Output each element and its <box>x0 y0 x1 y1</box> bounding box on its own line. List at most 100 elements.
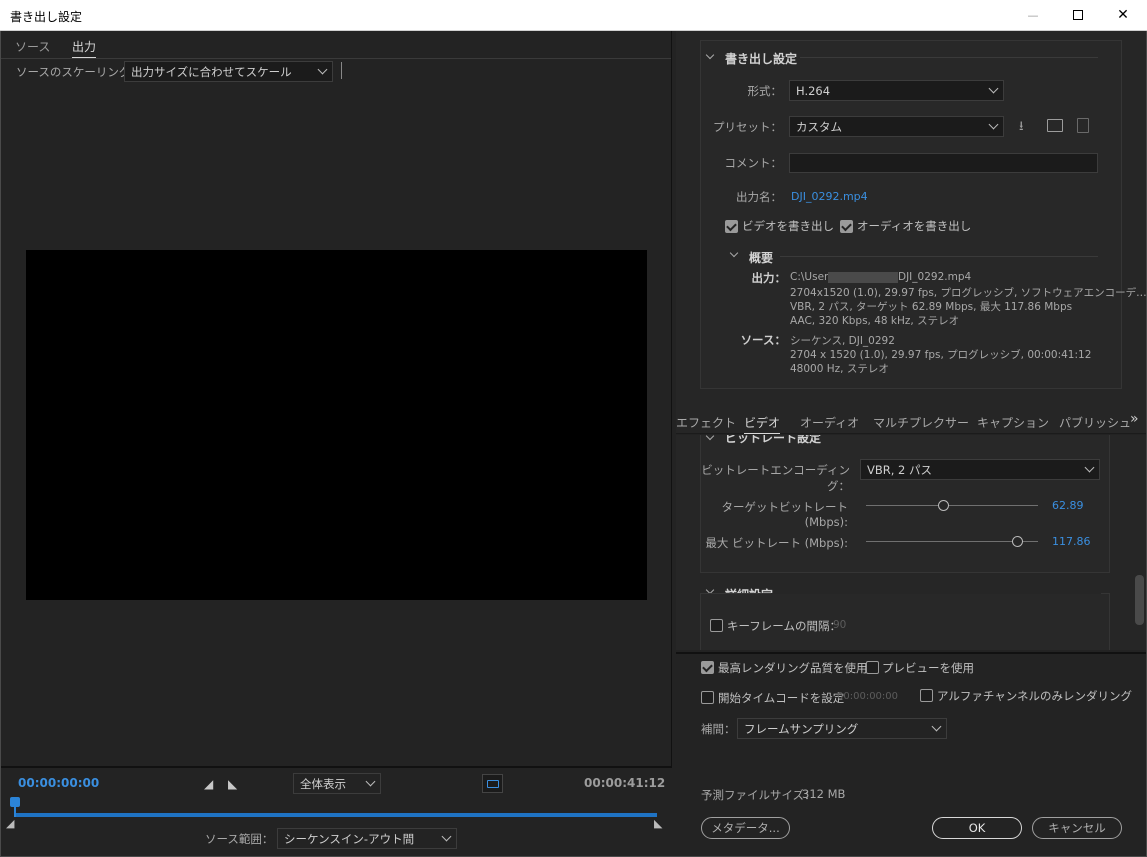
source-range-value: シーケンスイン-アウト間 <box>284 831 415 846</box>
start-timecode-label[interactable]: 開始タイムコードを設定 <box>718 690 844 706</box>
out-handle-icon[interactable]: ◣ <box>654 817 662 830</box>
target-bitrate-value[interactable]: 62.89 <box>1052 499 1084 512</box>
alpha-only-label[interactable]: アルファチャンネルのみレンダリング <box>937 688 1132 704</box>
fit-icon <box>486 779 499 788</box>
max-bitrate-knob[interactable] <box>1011 536 1023 547</box>
export-video-checkbox[interactable] <box>725 220 738 233</box>
text-cursor <box>341 62 342 79</box>
window-title: 書き出し設定 <box>10 10 83 24</box>
use-preview-checkbox[interactable] <box>866 661 879 674</box>
scrollbar[interactable] <box>1135 575 1144 625</box>
summary-output-line2: 2704x1520 (1.0), 29.97 fps, プログレッシブ, ソフト… <box>790 287 1147 299</box>
set-out-point-icon[interactable]: ◣ <box>228 777 237 791</box>
output-name-label: 出力名： <box>736 190 782 204</box>
summary-title: 概要 <box>749 251 774 265</box>
cancel-button-label: キャンセル <box>1048 821 1106 835</box>
comment-input[interactable] <box>789 153 1098 173</box>
preset-dropdown[interactable]: カスタム <box>789 116 1004 137</box>
zoom-value: 全体表示 <box>300 776 346 791</box>
divider <box>1 58 671 59</box>
start-timecode-checkbox[interactable] <box>701 691 714 704</box>
output-name-link[interactable]: DJI_0292.mp4 <box>791 190 868 203</box>
summary-output-line3: VBR, 2 パス, ターゲット 62.89 Mbps, 最大 117.86 M… <box>790 301 1073 313</box>
in-handle-icon[interactable]: ◢ <box>6 817 14 830</box>
filesize-value: 312 MB <box>802 787 846 801</box>
summary-source-label: ソース： <box>740 333 786 347</box>
start-timecode-value[interactable]: 00:00:00:00 <box>837 691 898 702</box>
interpolation-dropdown[interactable]: フレームサンプリング <box>737 718 947 739</box>
export-video-label[interactable]: ビデオを書き出し <box>742 218 834 234</box>
filesize-label: 予測ファイルサイズ： <box>701 788 816 802</box>
format-dropdown[interactable]: H.264 <box>789 80 1004 101</box>
target-bitrate-knob[interactable] <box>937 500 949 511</box>
comment-label: コメント： <box>724 156 783 170</box>
video-preview <box>26 250 647 600</box>
metadata-button-label: メタデータ... <box>711 821 780 835</box>
interpolation-label: 補間： <box>701 722 736 736</box>
delete-preset-icon[interactable] <box>1077 118 1089 133</box>
minimize-icon: — <box>1027 8 1039 22</box>
maximize-button[interactable] <box>1055 0 1101 30</box>
in-timecode[interactable]: 00:00:00:00 <box>18 776 99 790</box>
close-icon: ✕ <box>1117 7 1129 23</box>
tab-video[interactable]: ビデオ <box>744 414 781 434</box>
bitrate-encoding-dropdown[interactable]: VBR, 2 パス <box>860 459 1100 480</box>
redacted-username <box>828 272 898 283</box>
video-settings-scroll[interactable]: ビットレート設定 ビットレートエンコーディング： VBR, 2 パス ターゲット… <box>676 435 1146 650</box>
section-divider <box>800 57 1098 58</box>
chevron-down-icon <box>365 776 376 787</box>
keyframe-value[interactable]: 90 <box>833 619 846 631</box>
set-in-point-icon[interactable]: ◢ <box>204 777 213 791</box>
max-quality-checkbox[interactable] <box>701 661 714 674</box>
more-tabs-icon[interactable]: » <box>1130 411 1139 427</box>
zoom-dropdown[interactable]: 全体表示 <box>293 773 381 794</box>
fit-button[interactable] <box>482 774 503 793</box>
tab-effects[interactable]: エフェクト <box>676 414 736 431</box>
tab-publish[interactable]: パブリッシュ <box>1059 414 1131 431</box>
tab-captions[interactable]: キャプション <box>977 414 1049 431</box>
tab-output[interactable]: 出力 <box>72 38 97 58</box>
use-preview-label[interactable]: プレビューを使用 <box>882 660 974 676</box>
export-audio-checkbox[interactable] <box>840 220 853 233</box>
max-bitrate-value[interactable]: 117.86 <box>1052 535 1091 548</box>
chevron-down-icon <box>988 119 999 130</box>
tab-source[interactable]: ソース <box>15 38 50 55</box>
chevron-down-icon <box>988 83 999 94</box>
save-preset-icon[interactable]: ⭳ <box>1019 117 1024 139</box>
summary-source-line2: 2704 x 1520 (1.0), 29.97 fps, プログレッシブ, 0… <box>790 349 1092 361</box>
summary-source-line3: 48000 Hz, ステレオ <box>790 363 889 375</box>
chevron-down-icon <box>317 64 328 75</box>
export-audio-label[interactable]: オーディオを書き出し <box>857 218 971 234</box>
close-button[interactable]: ✕ <box>1100 0 1146 30</box>
chevron-down-icon <box>1084 462 1095 473</box>
source-range-dropdown[interactable]: シーケンスイン-アウト間 <box>277 828 457 849</box>
metadata-button[interactable]: メタデータ... <box>701 817 790 839</box>
alpha-only-checkbox[interactable] <box>920 689 933 702</box>
target-bitrate-slider[interactable] <box>866 505 1038 506</box>
scaling-value: 出力サイズに合わせてスケール <box>131 64 292 79</box>
export-settings-title: 書き出し設定 <box>725 52 798 66</box>
out-timecode[interactable]: 00:00:41:12 <box>584 776 665 790</box>
import-preset-icon[interactable] <box>1047 119 1063 132</box>
max-bitrate-label: 最大 ビットレート (Mbps): <box>705 536 848 550</box>
cancel-button[interactable]: キャンセル <box>1032 817 1122 839</box>
max-quality-label[interactable]: 最高レンダリング品質を使用 <box>718 660 868 676</box>
keyframe-label[interactable]: キーフレームの間隔： <box>727 618 841 634</box>
summary-source-line1: シーケンス, DJI_0292 <box>790 335 895 347</box>
chevron-down-icon <box>441 831 452 842</box>
timeline-track[interactable] <box>14 813 657 817</box>
ok-button[interactable]: OK <box>932 817 1022 839</box>
keyframe-checkbox[interactable] <box>710 619 723 632</box>
tab-audio[interactable]: オーディオ <box>800 414 859 431</box>
summary-output-path-suffix: DJI_0292.mp4 <box>898 271 972 283</box>
tab-multiplexer[interactable]: マルチプレクサー <box>873 414 969 431</box>
target-bitrate-label: ターゲットビットレート (Mbps): <box>721 500 849 529</box>
format-label: 形式： <box>747 84 783 98</box>
scaling-dropdown[interactable]: 出力サイズに合わせてスケール <box>124 61 333 82</box>
summary-output-label: 出力： <box>751 271 787 285</box>
bitrate-encoding-label: ビットレートエンコーディング： <box>701 463 850 493</box>
playhead-handle[interactable] <box>10 797 20 807</box>
minimize-button[interactable]: — <box>1010 0 1056 30</box>
chevron-down-icon <box>931 721 942 732</box>
section-divider <box>771 593 1101 594</box>
